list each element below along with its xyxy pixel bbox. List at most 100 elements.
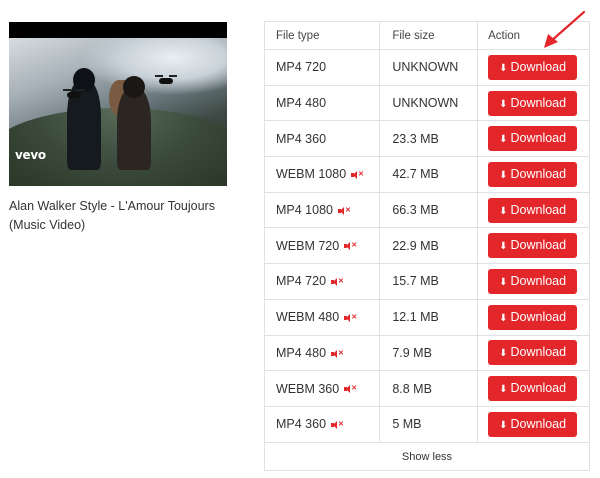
vevo-logo: vevo [15, 148, 46, 162]
file-type-cell: WEBM 480 ✕ [263, 298, 381, 336]
file-type-label: MP4 1080 [276, 203, 333, 218]
file-type-label: MP4 480 [276, 96, 327, 111]
download-button-label: Download [510, 202, 567, 217]
file-size-cell: 8.8 MB [379, 370, 479, 407]
video-thumbnail[interactable]: vevo [9, 22, 227, 186]
header-file-size: File size [379, 21, 479, 50]
action-cell: ⬇ Download [477, 298, 590, 336]
download-button-label: Download [510, 273, 567, 288]
download-button[interactable]: ⬇ Download [488, 233, 578, 259]
file-type-cell: MP4 360 ✕ [263, 405, 381, 443]
header-file-type: File type [263, 21, 381, 50]
table-row: MP4 360 23.3 MB ⬇ Download [263, 120, 590, 158]
table-row: MP4 480 ✕ 7.9 MB ⬇ Download [263, 334, 590, 372]
muted-speaker-icon: ✕ [331, 420, 344, 429]
download-arrow-icon: ⬇ [499, 384, 508, 396]
file-type-cell: WEBM 720 ✕ [263, 227, 381, 265]
file-type-cell: MP4 720 [263, 49, 381, 86]
download-button[interactable]: ⬇ Download [488, 161, 578, 187]
file-size-cell: UNKNOWN [379, 84, 479, 122]
file-size-cell: 7.9 MB [379, 334, 479, 372]
download-table-container: File type File size Action MP4 720 UNKNOW… [263, 21, 590, 471]
download-arrow-icon: ⬇ [499, 134, 508, 146]
file-type-label: WEBM 720 [276, 238, 340, 253]
red-pointer-arrow-icon [544, 10, 586, 48]
download-button[interactable]: ⬇ Download [488, 54, 578, 80]
download-arrow-icon: ⬇ [499, 98, 508, 110]
download-button-label: Download [510, 238, 567, 253]
file-type-cell: MP4 720 ✕ [263, 263, 381, 300]
file-type-cell: MP4 360 [263, 120, 381, 158]
action-cell: ⬇ Download [477, 156, 590, 193]
file-type-label: MP4 720 [276, 60, 327, 75]
file-size-cell: 15.7 MB [379, 263, 479, 300]
file-type-label: WEBM 480 [276, 310, 340, 325]
download-arrow-icon: ⬇ [499, 419, 508, 431]
download-button-label: Download [510, 416, 567, 431]
download-button[interactable]: ⬇ Download [488, 90, 578, 116]
table-row: MP4 480 UNKNOWN ⬇ Download [263, 84, 590, 122]
download-button-label: Download [510, 59, 567, 74]
download-button-label: Download [510, 131, 567, 146]
table-row: MP4 720 UNKNOWN ⬇ Download [263, 49, 590, 86]
file-type-cell: WEBM 360 ✕ [263, 370, 381, 407]
file-type-label: MP4 720 [276, 274, 327, 289]
download-button-label: Download [510, 95, 567, 110]
download-arrow-icon: ⬇ [499, 169, 508, 181]
download-arrow-icon: ⬇ [499, 205, 508, 217]
download-table: File type File size Action MP4 720 UNKNOW… [263, 21, 590, 443]
download-button-label: Download [510, 345, 567, 360]
action-cell: ⬇ Download [477, 405, 590, 443]
video-title: Alan Walker Style - L'Amour Toujours (Mu… [9, 199, 215, 232]
action-cell: ⬇ Download [477, 227, 590, 265]
action-cell: ⬇ Download [477, 263, 590, 300]
download-button[interactable]: ⬇ Download [488, 197, 578, 223]
file-type-label: WEBM 1080 [276, 167, 347, 182]
download-arrow-icon: ⬇ [499, 312, 508, 324]
download-arrow-icon: ⬇ [499, 62, 508, 74]
drone-icon [63, 89, 85, 98]
muted-speaker-icon: ✕ [344, 385, 357, 394]
file-type-cell: MP4 480 [263, 84, 381, 122]
file-type-cell: MP4 1080 ✕ [263, 191, 381, 229]
download-button[interactable]: ⬇ Download [488, 126, 578, 152]
file-size-cell: 5 MB [379, 405, 479, 443]
muted-speaker-icon: ✕ [351, 171, 364, 180]
download-button[interactable]: ⬇ Download [488, 376, 578, 402]
show-less-button[interactable]: Show less [264, 442, 590, 471]
action-cell: ⬇ Download [477, 370, 590, 407]
file-size-cell: UNKNOWN [379, 49, 479, 86]
thumbnail-figure-right-head [123, 76, 145, 98]
download-button[interactable]: ⬇ Download [488, 268, 578, 294]
action-cell: ⬇ Download [477, 334, 590, 372]
download-button-label: Download [510, 381, 567, 396]
drone-icon [155, 75, 177, 84]
action-cell: ⬇ Download [477, 84, 590, 122]
video-panel: vevo Alan Walker Style - L'Amour Toujour… [9, 22, 227, 235]
download-button-label: Download [510, 166, 567, 181]
download-button[interactable]: ⬇ Download [488, 411, 578, 437]
download-button-label: Download [510, 309, 567, 324]
file-type-label: WEBM 360 [276, 381, 340, 396]
muted-speaker-icon: ✕ [331, 349, 344, 358]
download-arrow-icon: ⬇ [499, 276, 508, 288]
table-row: WEBM 480 ✕ 12.1 MB ⬇ Download [263, 298, 590, 336]
table-row: WEBM 360 ✕ 8.8 MB ⬇ Download [263, 370, 590, 407]
muted-speaker-icon: ✕ [337, 206, 351, 215]
file-size-cell: 23.3 MB [379, 120, 479, 158]
table-row: MP4 720 ✕ 15.7 MB ⬇ Download [263, 263, 590, 300]
download-button[interactable]: ⬇ Download [488, 340, 578, 366]
file-size-cell: 12.1 MB [379, 298, 479, 336]
file-size-cell: 42.7 MB [379, 156, 479, 193]
muted-speaker-icon: ✕ [331, 278, 344, 287]
file-type-label: MP4 360 [276, 131, 327, 146]
action-cell: ⬇ Download [477, 191, 590, 229]
table-row: MP4 1080 ✕ 66.3 MB ⬇ Download [263, 191, 590, 229]
download-arrow-icon: ⬇ [499, 241, 508, 253]
download-button[interactable]: ⬇ Download [488, 304, 578, 330]
muted-speaker-icon: ✕ [344, 242, 357, 251]
table-row: WEBM 1080 ✕ 42.7 MB ⬇ Download [263, 156, 590, 193]
action-cell: ⬇ Download [477, 120, 590, 158]
file-type-cell: WEBM 1080 ✕ [263, 156, 381, 193]
file-type-cell: MP4 480 ✕ [263, 334, 381, 372]
